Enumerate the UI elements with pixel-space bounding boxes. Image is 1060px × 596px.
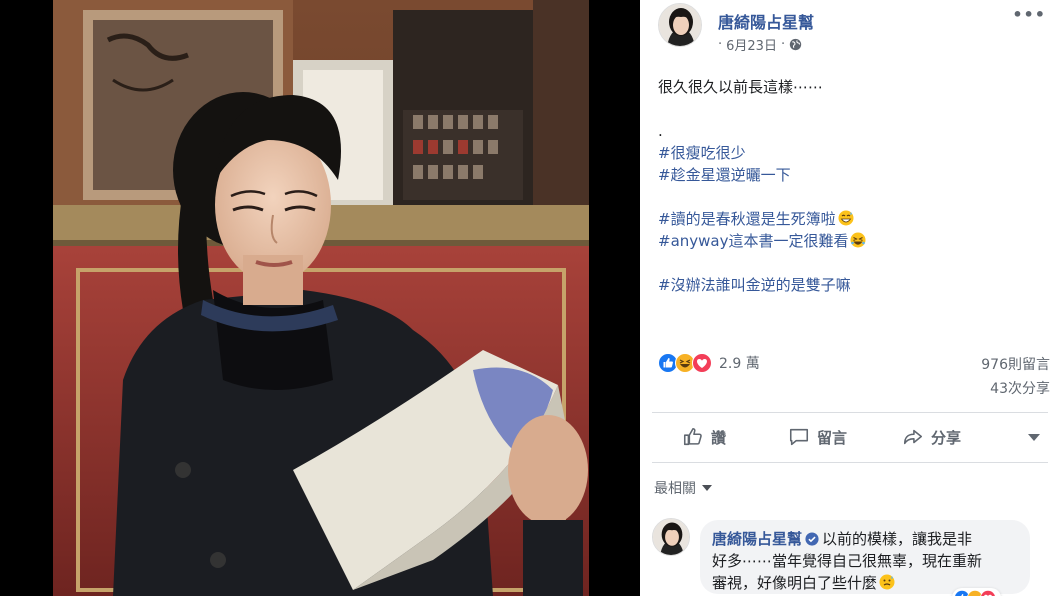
- post-meta: · 6月23日 ·: [718, 35, 802, 54]
- comment-bubble: 唐綺陽占星幫 以前的模樣，讓我是非 好多⋯⋯當年覺得自己很無辜，現在重新 審視，好…: [700, 520, 1030, 594]
- post-author-name[interactable]: 唐綺陽占星幫: [718, 9, 814, 33]
- globe-icon[interactable]: [789, 38, 802, 51]
- hashtag-link[interactable]: #很瘦吃很少: [658, 144, 746, 162]
- chevron-down-icon: [702, 485, 712, 491]
- reactions-count[interactable]: 2.9 萬: [719, 353, 760, 373]
- meta-separator: ·: [718, 37, 723, 52]
- post-hashtag-line[interactable]: #趁金星還逆曬一下: [658, 164, 1038, 186]
- post-body-spacer: [658, 252, 1038, 274]
- post-hashtag-line[interactable]: #沒辦法誰叫金逆的是雙子嘛: [658, 274, 1038, 296]
- comment-icon: [789, 428, 809, 446]
- post-hashtag-line[interactable]: #anyway這本書一定很難看: [658, 230, 1038, 252]
- comment-label: 留言: [817, 428, 848, 447]
- comment-text-line-3: 審視，好像明白了些什麼: [712, 574, 878, 592]
- like-label: 讚: [711, 428, 727, 447]
- post-text: 很久很久以前長這樣⋯⋯: [658, 78, 824, 96]
- comment-sort-dropdown[interactable]: 最相關: [654, 478, 712, 498]
- post-text-line: .: [658, 120, 1038, 142]
- share-options-caret-icon[interactable]: [1028, 434, 1040, 441]
- share-button[interactable]: 分享: [902, 426, 961, 448]
- post-stats: 2.9 萬 976則留言 43次分享: [658, 350, 1050, 402]
- actions-divider: [652, 462, 1048, 463]
- post-photo[interactable]: [53, 0, 589, 596]
- post-panel: 唐綺陽占星幫 · 6月23日 · ••• 很久很久以前長這樣⋯⋯. #很瘦吃很少 #…: [640, 0, 1060, 596]
- author-avatar[interactable]: [658, 3, 702, 47]
- comment-button[interactable]: 留言: [788, 426, 847, 448]
- comment-sort-label: 最相關: [654, 481, 696, 497]
- comment-item: 唐綺陽占星幫 以前的模樣，讓我是非 好多⋯⋯當年覺得自己很無辜，現在重新 審視，好…: [652, 518, 1052, 596]
- like-button[interactable]: 讚: [682, 426, 726, 448]
- meta-separator-2: ·: [780, 37, 786, 52]
- hashtag-link[interactable]: #趁金星還逆曬一下: [658, 166, 791, 184]
- stats-divider: [652, 412, 1048, 413]
- commenter-avatar[interactable]: [652, 518, 690, 556]
- love-reaction-icon: [980, 590, 996, 596]
- verified-badge-icon: [805, 532, 819, 546]
- share-arrow-icon: [903, 429, 923, 445]
- comment-text-line-2: 好多⋯⋯當年覺得自己很無辜，現在重新: [712, 552, 983, 570]
- post-body-spacer: [658, 98, 1038, 120]
- woman-reading-photo: [53, 0, 589, 596]
- post-text: .: [658, 122, 663, 140]
- commenter-name[interactable]: 唐綺陽占星幫: [712, 530, 802, 548]
- thumbs-up-icon: [683, 427, 702, 446]
- thinking-sweat-emoji: [879, 574, 895, 590]
- post-body-spacer: [658, 186, 1038, 208]
- more-options-icon[interactable]: •••: [1012, 5, 1046, 24]
- grin-sweat-emoji: [838, 210, 854, 226]
- love-reaction-icon: [692, 353, 712, 373]
- comment-reactions[interactable]: [952, 588, 1001, 596]
- post-header: 唐綺陽占星幫 · 6月23日 · •••: [658, 3, 1058, 54]
- hashtag-link[interactable]: #沒辦法誰叫金逆的是雙子嘛: [658, 276, 851, 294]
- post-date[interactable]: 6月23日: [726, 35, 777, 54]
- post-hashtag-line[interactable]: #很瘦吃很少: [658, 142, 1038, 164]
- reactions-summary[interactable]: 2.9 萬: [658, 353, 760, 373]
- post-body: 很久很久以前長這樣⋯⋯. #很瘦吃很少 #趁金星還逆曬一下 #讀的是春秋還是生死簿啦 #…: [658, 76, 1038, 296]
- shares-count[interactable]: 43次分享: [990, 378, 1050, 398]
- comments-count[interactable]: 976則留言: [981, 354, 1050, 374]
- post-text-line: 很久很久以前長這樣⋯⋯: [658, 76, 1038, 98]
- post-hashtag-line[interactable]: #讀的是春秋還是生死簿啦: [658, 208, 1038, 230]
- share-label: 分享: [931, 428, 962, 447]
- rofl-emoji: [850, 232, 866, 248]
- post-actions: 讚 留言 分享: [652, 420, 1048, 456]
- photo-viewer: [0, 0, 640, 596]
- comment-text-line-1: 以前的模樣，讓我是非: [822, 530, 973, 548]
- hashtag-link[interactable]: #讀的是春秋還是生死簿啦: [658, 210, 836, 228]
- hashtag-link[interactable]: #anyway這本書一定很難看: [658, 232, 848, 250]
